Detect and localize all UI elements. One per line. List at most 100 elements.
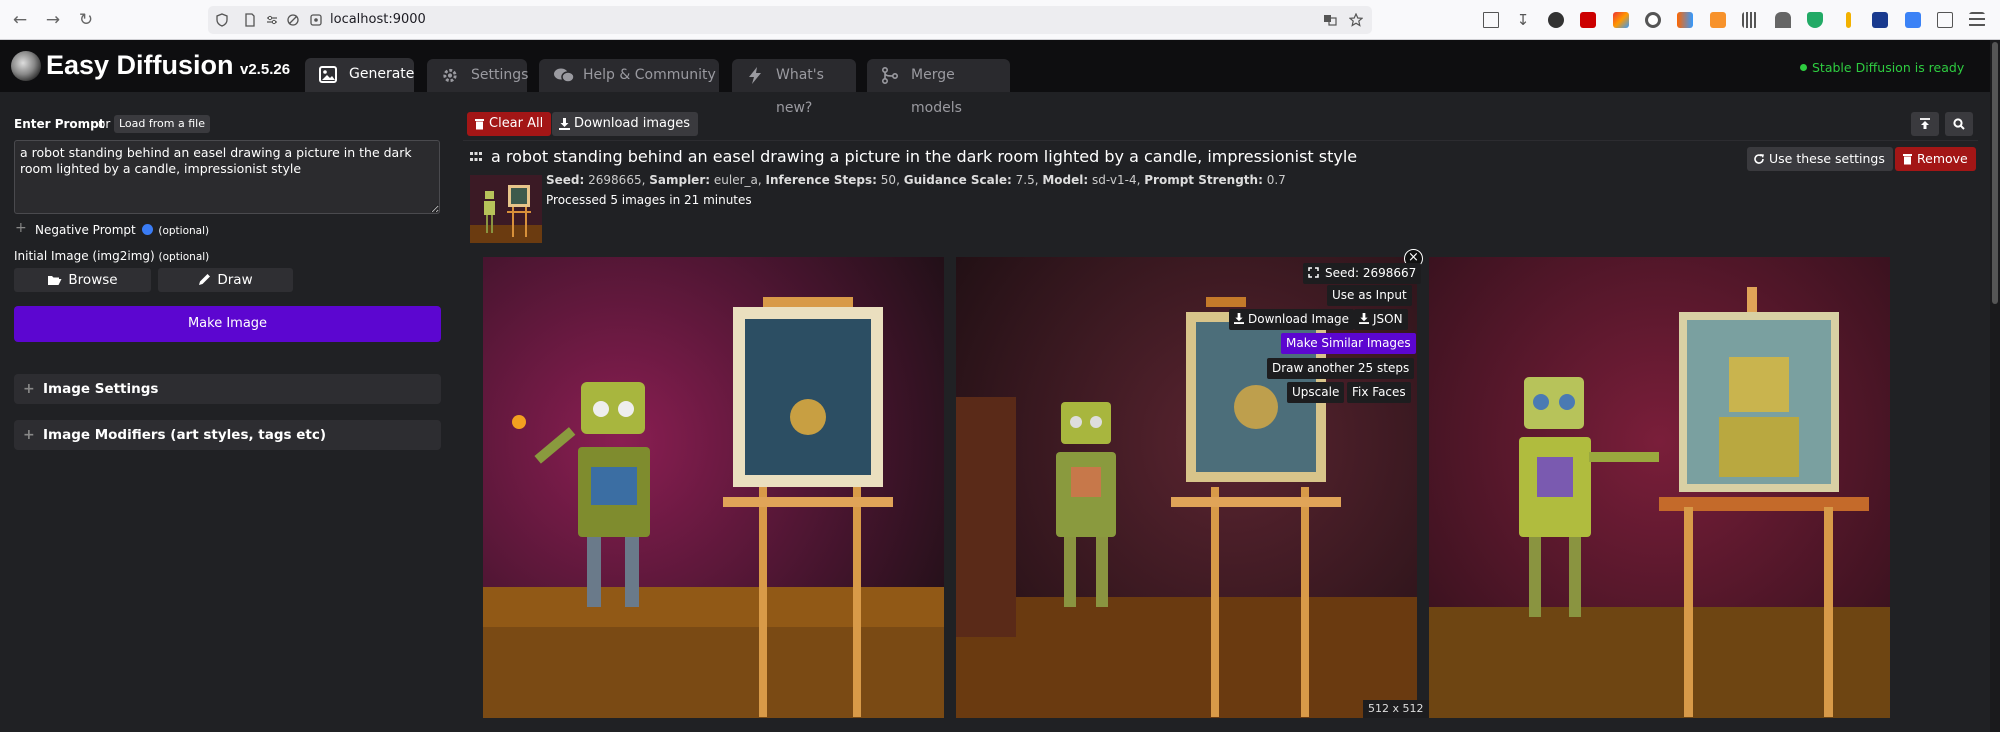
tab-label: Generate xyxy=(349,66,415,82)
prompt-input[interactable]: a robot standing behind an easel drawing… xyxy=(14,140,440,214)
tracking-off-icon[interactable] xyxy=(286,13,300,27)
model-key: Model: xyxy=(1042,173,1089,187)
trash-icon xyxy=(1903,154,1912,165)
extension-gear-icon[interactable] xyxy=(1645,12,1661,28)
generated-image-1[interactable] xyxy=(483,257,944,718)
optional-label: (optional) xyxy=(158,225,210,237)
guidance-key: Guidance Scale: xyxy=(903,173,1012,187)
gear-icon xyxy=(443,68,457,83)
download-json-button[interactable]: JSON xyxy=(1354,309,1408,330)
use-these-settings-button[interactable]: Use these settings xyxy=(1747,147,1893,171)
library-icon[interactable] xyxy=(1483,12,1499,28)
download-image-label: Download Image xyxy=(1248,312,1350,326)
tab-settings[interactable]: Settings xyxy=(427,59,529,92)
image-modifiers-section[interactable]: + Image Modifiers (art styles, tags etc) xyxy=(14,420,441,450)
browse-button[interactable]: Browse xyxy=(14,268,151,292)
negative-prompt-toggle[interactable]: Negative Prompt (optional) xyxy=(35,223,209,237)
scrollbar[interactable] xyxy=(1990,40,2000,732)
tab-whats-new[interactable]: What's new? xyxy=(732,59,856,116)
page-icon xyxy=(245,13,255,27)
back-icon[interactable]: ← xyxy=(10,10,30,30)
image-settings-label: Image Settings xyxy=(43,381,159,397)
tab-help-community[interactable]: Help & Community xyxy=(539,59,719,92)
site-icon xyxy=(310,14,322,26)
load-from-file-button[interactable]: Load from a file xyxy=(114,115,210,133)
extension-hat-icon[interactable] xyxy=(1775,12,1791,28)
search-button[interactable] xyxy=(1945,112,1973,136)
bolt-icon xyxy=(749,67,761,84)
extension-bottle-icon[interactable] xyxy=(1710,12,1726,28)
json-label: JSON xyxy=(1373,312,1403,326)
shield-icon[interactable] xyxy=(215,13,229,27)
image-icon xyxy=(319,66,337,83)
tab-label: Help & Community xyxy=(583,67,716,83)
app-version: v2.5.26 xyxy=(240,61,291,78)
strength-key: Prompt Strength: xyxy=(1144,173,1263,187)
tab-label: What's new? xyxy=(776,67,824,116)
upscale-button[interactable]: Upscale xyxy=(1287,382,1345,403)
clear-all-label: Clear All xyxy=(489,116,544,131)
download-image-button[interactable]: Download Image xyxy=(1229,309,1355,330)
expand-icon[interactable] xyxy=(1308,267,1319,278)
guidance-value: 7.5, xyxy=(1015,173,1039,187)
extension-shield-icon[interactable] xyxy=(1807,12,1823,28)
image-settings-section[interactable]: + Image Settings xyxy=(14,374,441,404)
extension-i-icon[interactable] xyxy=(1846,12,1851,28)
extension-colorful-icon[interactable] xyxy=(1613,12,1629,28)
tab-label: Settings xyxy=(471,67,529,83)
translate-icon[interactable] xyxy=(1323,13,1337,27)
grip-icon[interactable] xyxy=(470,152,482,161)
collapse-all-button[interactable] xyxy=(1911,112,1939,136)
info-icon[interactable] xyxy=(141,224,153,235)
draw-another-steps-button[interactable]: Draw another 25 steps xyxy=(1267,358,1415,379)
fix-faces-button[interactable]: Fix Faces xyxy=(1347,382,1411,403)
sampler-value: euler_a, xyxy=(713,173,762,187)
trash-icon xyxy=(475,119,484,130)
extension-translate-icon[interactable] xyxy=(1905,12,1921,28)
generated-image-3[interactable] xyxy=(1429,257,1890,718)
seed-overlay: Seed: 2698667 xyxy=(1303,263,1422,284)
use-as-input-button[interactable]: Use as Input xyxy=(1327,285,1412,306)
extension-bars-icon[interactable] xyxy=(1742,12,1758,28)
download-images-button[interactable]: Download images xyxy=(552,112,699,136)
make-similar-images-button[interactable]: Make Similar Images xyxy=(1281,333,1416,354)
seed-key: Seed: xyxy=(546,173,585,187)
browser-toolbar: ← → ↻ localhost:9000 ↧ xyxy=(0,0,2000,40)
task-divider xyxy=(463,140,1978,141)
url-text[interactable]: localhost:9000 xyxy=(330,12,426,27)
scroll-thumb[interactable] xyxy=(1992,42,1998,304)
model-value: sd-v1-4, xyxy=(1092,173,1141,187)
make-image-button[interactable]: Make Image xyxy=(14,306,441,342)
download-icon xyxy=(559,118,570,130)
extension-id-icon[interactable] xyxy=(1872,12,1888,28)
or-text: or xyxy=(98,117,111,131)
menu-icon[interactable] xyxy=(1969,12,1985,28)
reload-icon[interactable]: ↻ xyxy=(76,10,96,30)
permissions-icon[interactable] xyxy=(265,13,279,27)
image-size-label: 512 x 512 xyxy=(1363,700,1429,718)
extensions-puzzle-icon[interactable] xyxy=(1937,12,1953,28)
remove-button[interactable]: Remove xyxy=(1895,147,1976,171)
seed-overlay-label: Seed: 2698667 xyxy=(1325,266,1417,280)
logo xyxy=(11,51,41,81)
download-icon[interactable]: ↧ xyxy=(1515,12,1531,28)
redo-icon xyxy=(1754,154,1764,164)
initial-image-text: Initial Image (img2img) xyxy=(14,249,155,263)
extension-k-icon[interactable] xyxy=(1548,12,1564,28)
ublock-icon[interactable] xyxy=(1580,12,1596,28)
steps-value: 50, xyxy=(880,173,900,187)
folder-open-icon xyxy=(48,276,62,285)
download-icon xyxy=(1234,313,1244,324)
optional-label: (optional) xyxy=(158,251,210,263)
draw-button[interactable]: Draw xyxy=(158,268,293,292)
forward-icon[interactable]: → xyxy=(43,10,63,30)
tab-merge-models[interactable]: Merge models xyxy=(867,59,1010,116)
clear-all-button[interactable]: Clear All xyxy=(467,112,552,136)
url-bar[interactable]: localhost:9000 xyxy=(208,6,1372,34)
task-thumbnail[interactable] xyxy=(470,175,542,243)
steps-key: Inference Steps: xyxy=(765,173,877,187)
plus-icon: + xyxy=(15,220,27,236)
extension-fox-icon[interactable] xyxy=(1677,12,1693,28)
tab-generate[interactable]: Generate xyxy=(305,58,414,92)
bookmark-star-icon[interactable] xyxy=(1349,13,1363,27)
